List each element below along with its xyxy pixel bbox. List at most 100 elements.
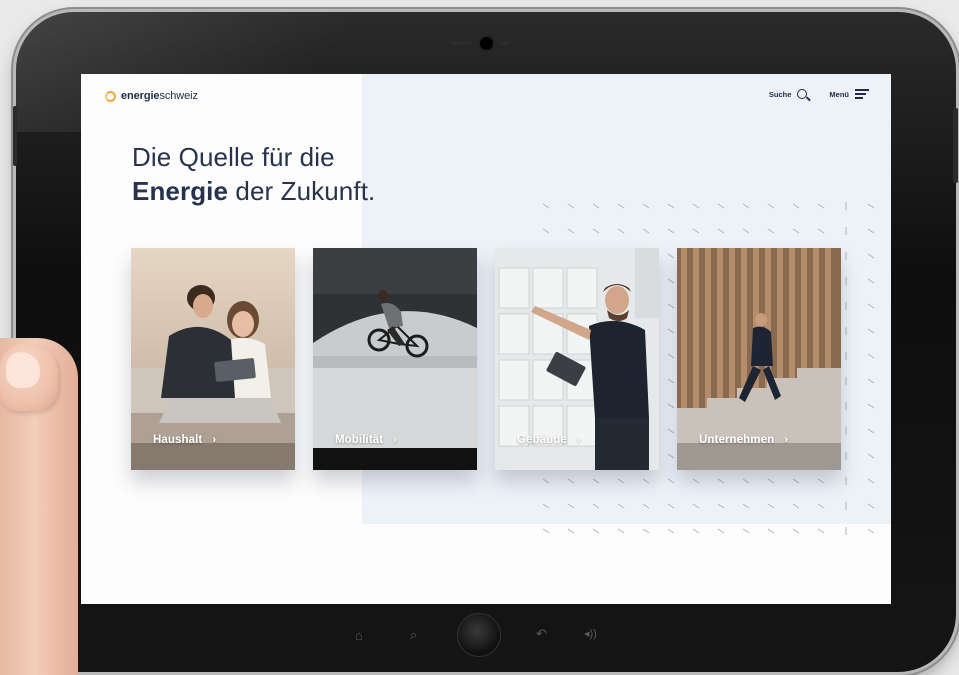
pattern-dash <box>542 528 550 534</box>
pattern-dash <box>767 528 775 534</box>
card-label-text: Haushalt <box>153 434 203 446</box>
search-icon <box>797 89 808 99</box>
pattern-dash <box>617 528 625 534</box>
volume-softkey-icon[interactable]: ◂)) <box>584 627 597 640</box>
pattern-dash <box>592 478 600 484</box>
pattern-dash <box>692 228 700 234</box>
hamburger-icon <box>855 89 869 99</box>
pattern-dash <box>592 528 600 534</box>
pattern-dash <box>667 328 675 334</box>
pattern-dash <box>692 503 700 509</box>
pattern-dash <box>642 478 650 484</box>
pattern-dash <box>717 528 725 534</box>
pattern-dash <box>817 203 825 209</box>
pattern-dash <box>692 528 700 534</box>
pattern-dash <box>792 503 800 509</box>
search-button[interactable]: Suche <box>769 89 808 99</box>
power-button <box>953 108 958 183</box>
pattern-dash <box>767 203 775 209</box>
pattern-dash <box>867 528 875 534</box>
page-title: Die Quelle für die Energie der Zukunft. <box>132 140 375 208</box>
pattern-dash <box>742 203 750 209</box>
pattern-dash <box>642 203 650 209</box>
card-label: Mobilität › <box>335 434 397 446</box>
pattern-dash <box>667 253 675 259</box>
pattern-dash <box>567 478 575 484</box>
category-card-gebaeude[interactable]: Gebäude › <box>495 248 659 470</box>
category-card-mobilitaet[interactable]: Mobilität › <box>313 248 477 470</box>
tablet-screen: energieschweiz Suche Menü Die Quelle für… <box>81 74 891 604</box>
pattern-dash <box>667 503 675 509</box>
pattern-dash <box>667 478 675 484</box>
pattern-dash <box>617 503 625 509</box>
search-label: Suche <box>768 89 792 99</box>
sun-ring-icon <box>105 90 116 102</box>
pattern-dash <box>592 503 600 509</box>
pattern-dash <box>617 228 625 234</box>
pattern-dash <box>767 228 775 234</box>
top-nav: Suche Menü <box>755 89 869 99</box>
search-softkey-icon[interactable]: ⌕ <box>410 627 417 643</box>
volume-button <box>13 106 17 166</box>
scene: energieschweiz Suche Menü Die Quelle für… <box>0 0 959 675</box>
pattern-dash <box>717 203 725 209</box>
pattern-dash <box>742 228 750 234</box>
pattern-dash <box>867 303 875 309</box>
pattern-dash <box>642 228 650 234</box>
pattern-dash <box>542 503 550 509</box>
pattern-dash <box>667 278 675 284</box>
thumbnail <box>6 352 40 388</box>
pattern-dash <box>767 478 775 484</box>
back-softkey-icon[interactable]: ↶ <box>536 626 547 642</box>
pattern-dash <box>667 203 675 209</box>
chevron-right-icon: › <box>212 434 217 446</box>
pattern-dash <box>792 203 800 209</box>
chevron-right-icon: › <box>784 434 788 446</box>
pattern-dash <box>867 228 875 234</box>
pattern-dash <box>742 478 750 484</box>
chevron-right-icon: › <box>393 434 397 446</box>
pattern-dash <box>667 453 675 459</box>
pattern-dash <box>742 503 750 509</box>
pattern-dash <box>642 503 650 509</box>
pattern-dash <box>542 228 550 234</box>
card-label: Haushalt › <box>153 434 216 446</box>
title-line-2-rest: der Zukunft. <box>228 176 376 206</box>
pattern-dash <box>567 528 575 534</box>
pattern-dash <box>867 328 875 334</box>
pattern-dash <box>792 478 800 484</box>
pattern-dash <box>792 228 800 234</box>
pattern-dash <box>717 478 725 484</box>
pattern-dash <box>867 203 875 209</box>
pattern-dash <box>867 503 875 509</box>
pattern-dash <box>867 378 875 384</box>
home-softkey-icon[interactable]: ⌂ <box>355 628 363 643</box>
logo-text: energieschweiz <box>121 90 198 102</box>
pattern-dash <box>542 478 550 484</box>
pattern-dash <box>667 378 675 384</box>
camera-icon <box>480 37 493 50</box>
pattern-dash <box>667 428 675 434</box>
pattern-dash <box>592 203 600 209</box>
category-card-unternehmen[interactable]: Unternehmen › <box>677 248 841 470</box>
pattern-dash <box>817 228 825 234</box>
home-button[interactable] <box>458 614 500 656</box>
title-line-1: Die Quelle für die <box>132 142 335 172</box>
menu-button[interactable]: Menü <box>829 89 869 99</box>
pattern-dash <box>667 353 675 359</box>
pattern-dash <box>867 453 875 459</box>
pattern-dash <box>667 303 675 309</box>
pattern-dash <box>617 203 625 209</box>
site-logo[interactable]: energieschweiz <box>105 90 198 102</box>
pattern-dash <box>692 203 700 209</box>
pattern-dash <box>667 528 675 534</box>
title-line-2: Energie der Zukunft. <box>132 174 375 208</box>
pattern-dash <box>867 403 875 409</box>
card-label-text: Gebäude <box>517 434 567 446</box>
pattern-dash <box>692 478 700 484</box>
category-card-haushalt[interactable]: Haushalt › <box>131 248 295 470</box>
pattern-dash <box>742 528 750 534</box>
pattern-dash <box>667 403 675 409</box>
pattern-dash <box>567 203 575 209</box>
pattern-dash <box>867 478 875 484</box>
